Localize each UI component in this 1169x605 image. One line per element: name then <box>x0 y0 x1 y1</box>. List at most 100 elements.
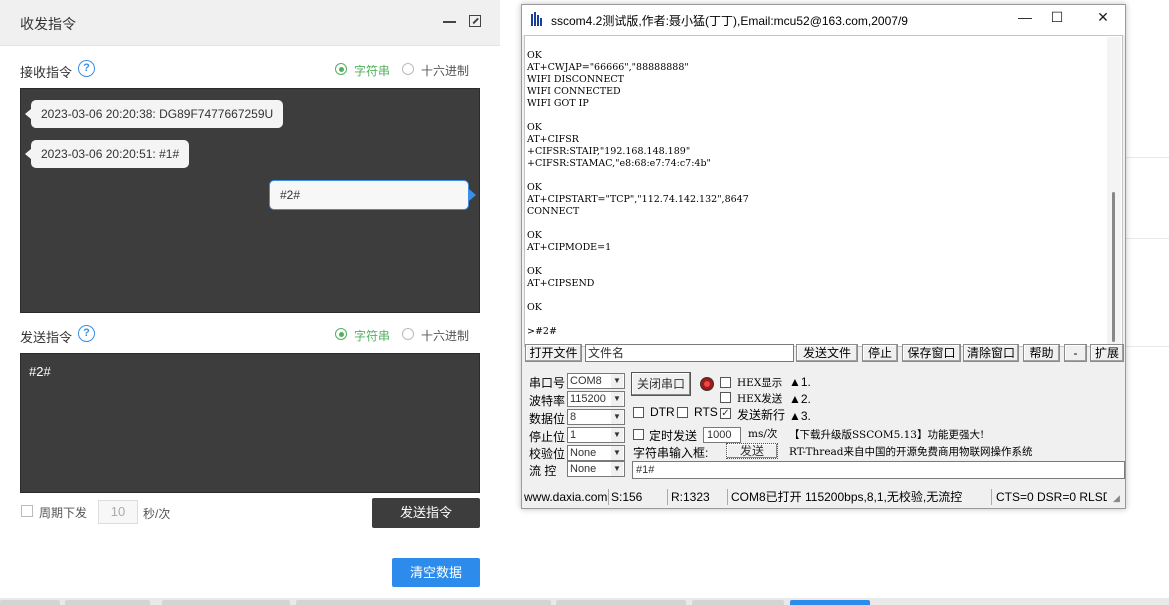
flow-control-select[interactable]: None <box>567 461 625 477</box>
sscom-title: sscom4.2测试版,作者:聂小猛(丁丁),Email:mcu52@163.c… <box>551 14 908 28</box>
port-label: 串口号 <box>529 376 566 390</box>
send-newline-checkbox[interactable]: ✓ <box>720 408 731 419</box>
panel-header: 收发指令 <box>0 0 500 46</box>
stop-bits-label: 停止位 <box>529 430 566 444</box>
panel-title: 收发指令 <box>20 16 76 32</box>
sscom-titlebar[interactable]: sscom4.2测试版,作者:聂小猛(丁丁),Email:mcu52@163.c… <box>522 5 1125 35</box>
help-button[interactable]: 帮助 <box>1023 344 1060 362</box>
help-icon[interactable]: ? <box>78 325 95 342</box>
timed-unit-label: ms/次 <box>748 428 778 440</box>
collapse-button[interactable]: - <box>1064 344 1087 362</box>
parity-label: 校验位 <box>529 447 566 461</box>
close-icon[interactable]: ✕ <box>1088 9 1118 26</box>
receive-mode-string-radio[interactable] <box>335 63 347 75</box>
preset-3[interactable]: ▲3. <box>789 409 811 423</box>
send-mode-hex-radio[interactable] <box>402 328 414 340</box>
message-bubble: 2023-03-06 20:20:38: DG89F7477667259U <box>24 100 284 128</box>
help-icon[interactable]: ? <box>78 60 95 77</box>
terminal-text: OK AT+CWJAP="66666","88888888" WIFI DISC… <box>527 50 749 337</box>
timed-send-checkbox[interactable] <box>633 429 644 440</box>
taskbar-tab[interactable] <box>0 600 60 605</box>
rts-label: RTS <box>694 405 718 419</box>
string-input-field[interactable]: #1# <box>632 461 1125 479</box>
command-panel: 收发指令 接收指令 ? 字符串 十六进制 2023-03-06 20:20:38… <box>0 0 500 598</box>
baud-select[interactable]: 115200 <box>567 391 625 407</box>
terminal-scrollbar[interactable] <box>1107 37 1121 345</box>
periodic-send-label: 周期下发 <box>39 506 88 520</box>
receive-log[interactable]: 2023-03-06 20:20:38: DG89F7477667259U 20… <box>20 88 480 313</box>
interval-input[interactable]: 10 <box>98 500 138 524</box>
taskbar-tab[interactable] <box>162 600 290 605</box>
taskbar-tab[interactable] <box>556 600 686 605</box>
scrollbar-thumb[interactable] <box>1112 192 1115 342</box>
promo-link-rtthread[interactable]: RT-Thread来自中国的开源免费商用物联网操作系统 <box>789 444 1033 459</box>
status-sent-count: S:156 <box>611 489 668 505</box>
rts-checkbox[interactable] <box>677 407 688 418</box>
taskbar-tab[interactable] <box>692 600 784 605</box>
parity-select[interactable]: None <box>567 445 625 461</box>
dtr-label: DTR <box>650 405 675 419</box>
maximize-icon[interactable] <box>469 15 481 27</box>
string-input-label: 字符串输入框: <box>633 446 709 460</box>
port-status-led-icon <box>700 377 714 391</box>
send-file-button[interactable]: 发送文件 <box>796 344 858 362</box>
send-mode-string-label[interactable]: 字符串 <box>354 327 390 344</box>
receive-mode-hex-radio[interactable] <box>402 63 414 75</box>
preset-1[interactable]: ▲1. <box>789 375 811 389</box>
hex-display-checkbox[interactable] <box>720 377 731 388</box>
data-bits-select[interactable]: 8 <box>567 409 625 425</box>
timed-send-label: 定时发送 <box>649 429 698 443</box>
receive-mode-hex-label[interactable]: 十六进制 <box>421 62 469 79</box>
baud-label: 波特率 <box>529 394 566 408</box>
file-name-field[interactable]: 文件名 <box>585 344 794 362</box>
resize-grip-icon[interactable]: ◢ <box>1113 493 1120 504</box>
status-received-count: R:1323 <box>671 489 728 505</box>
send-button[interactable]: 发送 <box>726 443 778 459</box>
send-label: 发送指令 <box>20 330 73 345</box>
flow-control-label: 流 控 <box>529 464 557 478</box>
taskbar-tab[interactable] <box>296 600 551 605</box>
close-port-button[interactable]: 关闭串口 <box>631 372 691 396</box>
taskbar-tab[interactable] <box>65 600 150 605</box>
maximize-icon[interactable]: ☐ <box>1042 9 1072 26</box>
taskbar-tab-active[interactable] <box>790 600 870 605</box>
clear-data-button[interactable]: 清空数据 <box>392 558 480 587</box>
send-input-area[interactable]: #2# <box>20 353 480 493</box>
hex-display-label: HEX显示 <box>737 377 783 389</box>
stop-button[interactable]: 停止 <box>862 344 898 362</box>
promo-link-upgrade[interactable]: 【下载升级版SSCOM5.13】功能更强大! <box>789 427 984 442</box>
minimize-icon[interactable]: — <box>1010 9 1040 25</box>
hex-send-label: HEX发送 <box>737 393 783 405</box>
send-command-button[interactable]: 发送指令 <box>372 498 480 528</box>
status-port-info: COM8已打开 115200bps,8,1,无校验,无流控 <box>731 489 992 505</box>
send-input-text: #2# <box>29 364 51 379</box>
open-file-button[interactable]: 打开文件 <box>525 344 582 362</box>
status-line-signals: CTS=0 DSR=0 RLSD=0 <box>996 490 1107 504</box>
interval-unit: 秒/次 <box>143 507 171 521</box>
port-select[interactable]: COM8 <box>567 373 625 389</box>
periodic-send-checkbox[interactable] <box>21 505 33 517</box>
send-mode-string-radio[interactable] <box>335 328 347 340</box>
minimize-icon[interactable] <box>443 21 456 23</box>
background-divider <box>1126 346 1169 347</box>
send-mode-hex-label[interactable]: 十六进制 <box>421 327 469 344</box>
data-bits-label: 数据位 <box>529 412 566 426</box>
preset-2[interactable]: ▲2. <box>789 392 811 406</box>
receive-label: 接收指令 <box>20 65 73 80</box>
receive-terminal[interactable]: OK AT+CWJAP="66666","88888888" WIFI DISC… <box>524 35 1123 347</box>
save-window-button[interactable]: 保存窗口 <box>902 344 961 362</box>
background-divider <box>1126 238 1169 239</box>
status-site[interactable]: www.daxia.com <box>524 489 609 505</box>
message-bubble: 2023-03-06 20:20:51: #1# <box>24 140 190 168</box>
background-divider <box>1126 157 1169 158</box>
clear-window-button[interactable]: 清除窗口 <box>963 344 1019 362</box>
sent-message-bubble: #2# <box>269 180 476 210</box>
send-newline-label: 发送新行 <box>737 408 786 422</box>
expand-button[interactable]: 扩展 <box>1090 344 1124 362</box>
dtr-checkbox[interactable] <box>633 407 644 418</box>
app-icon <box>530 11 544 27</box>
timed-interval-input[interactable]: 1000 <box>703 427 741 443</box>
stop-bits-select[interactable]: 1 <box>567 427 625 443</box>
hex-send-checkbox[interactable] <box>720 392 731 403</box>
receive-mode-string-label[interactable]: 字符串 <box>354 62 390 79</box>
